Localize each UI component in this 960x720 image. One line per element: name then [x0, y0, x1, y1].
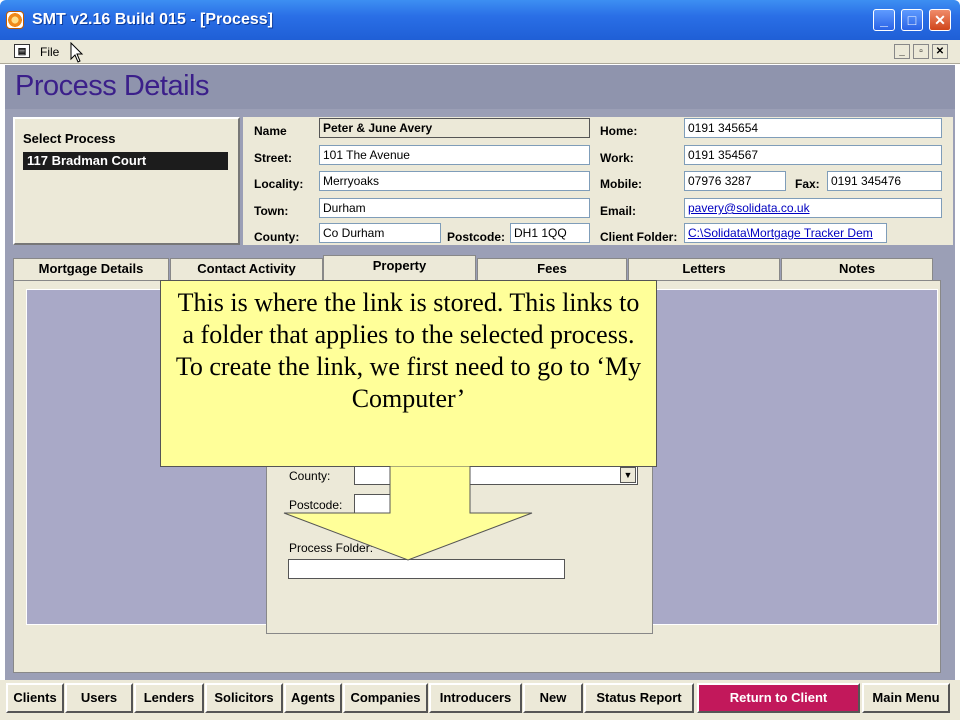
street-label: Street: [254, 151, 293, 165]
page-title: Process Details [15, 70, 209, 102]
select-process-label: Select Process [23, 131, 116, 146]
lenders-button[interactable]: Lenders [134, 683, 204, 713]
main-menu-button[interactable]: Main Menu [862, 683, 950, 713]
name-field[interactable]: Peter & June Avery [319, 118, 590, 138]
menu-bar: ▤ File _ ▫ ✕ [0, 40, 960, 64]
town-label: Town: [254, 204, 289, 218]
introducers-button[interactable]: Introducers [429, 683, 522, 713]
minimize-button[interactable]: _ [873, 9, 895, 31]
header-band: Process Details [5, 65, 955, 109]
mdi-restore-button[interactable]: ▫ [913, 44, 929, 59]
tab-notes[interactable]: Notes [781, 258, 933, 280]
tab-strip: Mortgage Details Contact Activity Proper… [13, 255, 935, 280]
county-field[interactable]: Co Durham [319, 223, 441, 243]
tutorial-callout: This is where the link is stored. This l… [160, 280, 657, 467]
home-phone-field[interactable]: 0191 345654 [684, 118, 942, 138]
fax-field[interactable]: 0191 345476 [827, 171, 942, 191]
select-process-panel: Select Process 117 Bradman Court [13, 117, 240, 245]
mobile-label: Mobile: [600, 177, 642, 191]
clients-button[interactable]: Clients [6, 683, 64, 713]
client-details-panel: Name Peter & June Avery Street: 101 The … [243, 117, 953, 245]
mobile-field[interactable]: 07976 3287 [684, 171, 786, 191]
locality-field[interactable]: Merryoaks [319, 171, 590, 191]
solicitors-button[interactable]: Solicitors [205, 683, 283, 713]
process-list-item[interactable]: 117 Bradman Court [23, 152, 228, 170]
window-title: SMT v2.16 Build 015 - [Process] [32, 11, 273, 28]
app-icon [6, 11, 24, 29]
street-field[interactable]: 101 The Avenue [319, 145, 590, 165]
tab-fees[interactable]: Fees [477, 258, 627, 280]
new-button[interactable]: New [523, 683, 583, 713]
return-to-client-button[interactable]: Return to Client [697, 683, 860, 713]
mouse-cursor-icon [70, 42, 84, 63]
agents-button[interactable]: Agents [284, 683, 342, 713]
fax-label: Fax: [795, 177, 820, 191]
status-report-button[interactable]: Status Report [584, 683, 694, 713]
work-phone-field[interactable]: 0191 354567 [684, 145, 942, 165]
bottom-navigation: Clients Users Lenders Solicitors Agents … [0, 680, 960, 720]
mdi-minimize-button[interactable]: _ [894, 44, 910, 59]
client-folder-label: Client Folder: [600, 230, 678, 244]
locality-label: Locality: [254, 177, 304, 191]
process-folder-field[interactable] [288, 559, 565, 579]
mdi-close-button[interactable]: ✕ [932, 44, 948, 59]
town-field[interactable]: Durham [319, 198, 590, 218]
name-label: Name [254, 124, 287, 138]
county-label: County: [254, 230, 300, 244]
maximize-button[interactable]: □ [901, 9, 923, 31]
work-label: Work: [600, 151, 634, 165]
tab-property[interactable]: Property [323, 255, 476, 280]
client-folder-link[interactable]: C:\Solidata\Mortgage Tracker Dem [684, 223, 887, 243]
home-label: Home: [600, 124, 638, 138]
postcode-label: Postcode: [447, 230, 506, 244]
title-bar: SMT v2.16 Build 015 - [Process] _ □ ✕ [0, 0, 960, 40]
users-button[interactable]: Users [65, 683, 133, 713]
email-label: Email: [600, 204, 637, 218]
form-icon[interactable]: ▤ [14, 44, 30, 58]
tab-contact-activity[interactable]: Contact Activity [170, 258, 323, 280]
callout-arrow-icon [283, 466, 533, 561]
tab-mortgage-details[interactable]: Mortgage Details [13, 258, 169, 280]
postcode-field[interactable]: DH1 1QQ [510, 223, 590, 243]
close-button[interactable]: ✕ [929, 9, 951, 31]
tab-letters[interactable]: Letters [628, 258, 780, 280]
chevron-down-icon[interactable]: ▼ [620, 467, 636, 483]
menu-file[interactable]: File [40, 45, 59, 59]
email-field[interactable]: pavery@solidata.co.uk [684, 198, 942, 218]
companies-button[interactable]: Companies [343, 683, 428, 713]
